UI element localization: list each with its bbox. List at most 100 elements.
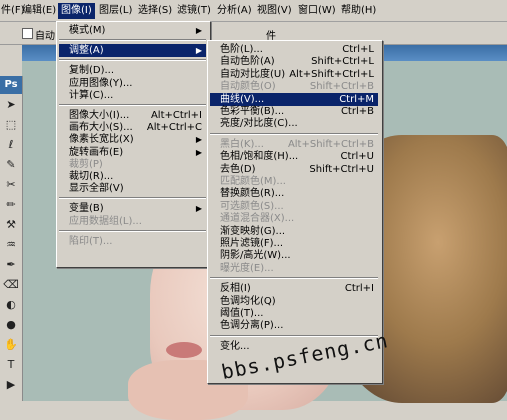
image_menu-item[interactable]: 变量(B) ▶ [59,202,206,215]
image_menu-item[interactable]: 复制(D)... [59,64,206,77]
adjust_menu-item[interactable]: 色相/饱和度(H)... Ctrl+U [210,150,378,163]
tool-icon-11[interactable]: ● [3,318,19,332]
tool-icon-8[interactable]: ✒ [3,258,19,272]
image_menu-item-label: 陷印(T)... [69,235,113,247]
image_menu-item-label: 旋转画布(E) [69,146,124,158]
image_menu-item[interactable]: 图像大小(I)... Alt+Ctrl+I [59,109,206,122]
adjust_menu-item[interactable]: 渐变映射(G)... [210,225,378,238]
adjust_menu-item[interactable]: 色彩平衡(B)... Ctrl+B [210,105,378,118]
adjust_menu-item-label: 色相/饱和度(H)... [220,151,299,163]
adjust_menu-item-label: 色调均化(Q) [220,295,276,307]
adjust_menu-item[interactable]: 反相(I) Ctrl+I [210,282,378,295]
image-menu: 模式(M) ▶ 调整(A) ▶ 复制(D)... 应用图像(Y)... 计算(C)... 图像… [56,21,211,268]
adjust_menu-item-label: 自动色阶(A) [220,56,275,68]
tool-icon-0[interactable]: ➤ [3,98,19,112]
adjust_menu-item-label: 通道混合器(X)... [220,213,295,225]
adjust_menu-item[interactable]: 色调分离(P)... [210,319,378,332]
image_menu-item[interactable]: 裁切(R)... [59,170,206,183]
adjust_menu-item: 黑白(K)... Alt+Shift+Ctrl+B [210,138,378,151]
image_menu-item-label: 调整(A) [69,45,104,57]
tool-icon-12[interactable]: ✋ [3,338,19,352]
adjust_menu-item-shortcut: Shift+Ctrl+L [311,56,374,68]
image_menu-item[interactable]: 显示全部(V) [59,182,206,195]
menu-7[interactable]: 视图(V) [254,3,295,19]
submenu-arrow-icon: ▶ [195,26,202,35]
image_menu-item[interactable]: 计算(C)... [59,89,206,102]
adjust_menu-item-label: 色彩平衡(B)... [220,106,285,117]
adjust_menu-item-shortcut: Alt+Shift+Ctrl+L [289,68,374,80]
image_menu-item[interactable]: 应用图像(Y)... [59,77,206,90]
tool-icon-4[interactable]: ✂ [3,178,19,192]
image_menu-item: 应用数据组(L)... [59,215,206,228]
adjust_menu-item-label: 曲线(V)... [220,93,265,105]
adjust_menu-item-shortcut: Ctrl+B [340,106,374,117]
adjust_menu-item: 匹配颜色(M)... [210,175,378,188]
image_menu-item[interactable]: 调整(A) ▶ [59,44,206,58]
tool-icon-7[interactable]: ♒ [3,238,19,252]
adjust_menu-item[interactable]: 自动对比度(U) Alt+Shift+Ctrl+L [210,68,378,81]
image_menu-item-label: 计算(C)... [69,89,114,101]
menu-1[interactable]: 编辑(E) [19,3,59,19]
tool-icon-6[interactable]: ⚒ [3,218,19,232]
adjust_menu-item[interactable]: 亮度/对比度(C)... [210,117,378,130]
adjust_menu-item[interactable]: 自动色阶(A) Shift+Ctrl+L [210,55,378,68]
image_menu-item-label: 复制(D)... [69,65,115,77]
tool-icon-13[interactable]: T [3,358,19,372]
adjust_menu-item[interactable]: 去色(D) Shift+Ctrl+U [210,163,378,176]
auto-checkbox[interactable] [22,28,33,39]
menu-3[interactable]: 图层(L) [96,3,135,19]
tool-icon-2[interactable]: ℓ [3,138,19,152]
adjust_menu-item-label: 变化... [220,340,250,352]
adjust_menu-item[interactable]: 色调均化(Q) [210,295,378,308]
image_menu-item[interactable]: 模式(M) ▶ [59,24,206,37]
adjust_menu-item[interactable]: 照片滤镜(F)... [210,237,378,250]
adjust_menu-item[interactable]: 曲线(V)... Ctrl+M [210,92,378,106]
adjust_menu-item-label: 匹配颜色(M)... [220,176,286,187]
image_menu-item-shortcut: Alt+Ctrl+I [150,110,202,121]
adjust_menu-item[interactable]: 替换颜色(R)... [210,187,378,200]
tool-icon-9[interactable]: ⌫ [3,278,19,292]
image_menu-item[interactable]: 像素长宽比(X) ▶ [59,133,206,146]
menu-separator [210,277,378,280]
adjust_menu-item-label: 色阶(L)... [220,44,263,55]
menu-bar: 件(F) 编辑(E) 图像(I) 图层(L) 选择(S) 滤镜(T) 分析(A) 视图(V) 窗… [0,0,507,22]
submenu-arrow-icon: ▶ [195,147,202,157]
toolbox: ➤ ⬚ ℓ ✎ ✂ ✏ ⚒ ♒ ✒ ⌫ ◐ ● ✋ T ▶ [0,76,23,401]
adjust_menu-item-shortcut: Alt+Shift+Ctrl+B [287,138,374,150]
adjust_menu-item-label: 反相(I) [220,283,251,295]
image_menu-item-label: 应用图像(Y)... [69,77,133,89]
adjust_menu-item-shortcut: Shift+Ctrl+U [309,163,374,175]
photo-lips [166,342,202,358]
menu-separator [59,39,206,42]
image_menu-item: 裁剪(P) [59,158,206,171]
menu-5[interactable]: 滤镜(T) [174,3,214,19]
image_menu-item-label: 显示全部(V) [69,183,124,195]
adjust_menu-item[interactable]: 阈值(T)... [210,307,378,320]
adjust_menu-item-label: 可选颜色(S)... [220,200,284,212]
menu-6[interactable]: 分析(A) [214,3,255,19]
menu-4[interactable]: 选择(S) [135,3,175,19]
adjust_menu-item-shortcut: Shift+Ctrl+B [309,81,374,93]
menu-8[interactable]: 窗口(W) [295,3,339,19]
adjust_menu-item-label: 替换颜色(R)... [220,188,285,200]
menu-9[interactable]: 帮助(H) [338,3,379,19]
tool-icon-14[interactable]: ▶ [3,378,19,392]
image_menu-item[interactable]: 画布大小(S)... Alt+Ctrl+C [59,121,206,134]
image_menu-item-label: 图像大小(I)... [69,110,130,121]
adjust_menu-item[interactable]: 色阶(L)... Ctrl+L [210,43,378,56]
tool-icon-10[interactable]: ◐ [3,298,19,312]
adjust_menu-item[interactable]: 阴影/高光(W)... [210,249,378,262]
adjust_menu-item: 可选颜色(S)... [210,200,378,213]
image_menu-item-label: 像素长宽比(X) [69,134,134,146]
adjust_menu-item-label: 自动颜色(O) [220,81,276,93]
menu-2[interactable]: 图像(I) [58,3,95,19]
image_menu-item-label: 变量(B) [69,203,104,215]
adjust_menu-item: 自动颜色(O) Shift+Ctrl+B [210,80,378,93]
submenu-arrow-icon: ▶ [195,46,202,56]
tool-icon-3[interactable]: ✎ [3,158,19,172]
image_menu-item[interactable]: 旋转画布(E) ▶ [59,146,206,159]
image_menu-item-label: 裁切(R)... [69,171,114,182]
tool-icon-1[interactable]: ⬚ [3,118,19,132]
image_menu-item: 陷印(T)... [59,235,206,248]
tool-icon-5[interactable]: ✏ [3,198,19,212]
